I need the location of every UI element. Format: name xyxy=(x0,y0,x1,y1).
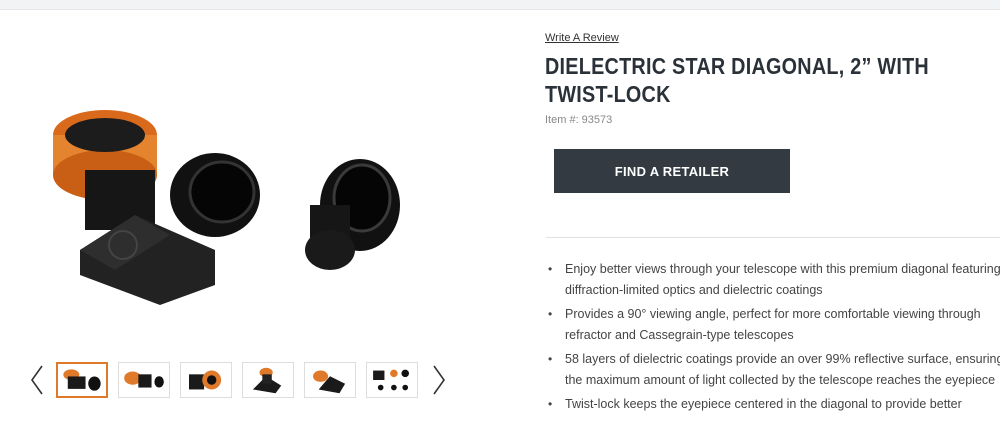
feature-item: • Twist-lock keeps the eyepiece centered … xyxy=(548,394,1000,415)
feature-item: • Enjoy better views through your telesco… xyxy=(548,259,1000,301)
thumbnail-1[interactable] xyxy=(56,362,108,398)
bullet-icon: • xyxy=(548,352,553,366)
chevron-left-icon[interactable] xyxy=(28,364,46,396)
chevron-right-icon[interactable] xyxy=(430,364,448,396)
item-number: Item #: 93573 xyxy=(545,114,612,126)
thumbnail-2[interactable] xyxy=(118,362,170,398)
bullet-icon: • xyxy=(548,262,553,276)
product-main-image[interactable] xyxy=(40,110,420,310)
thumbnail-3[interactable] xyxy=(180,362,232,398)
thumbnail-4[interactable] xyxy=(242,362,294,398)
thumbnail-strip xyxy=(28,360,458,402)
thumbnail-5[interactable] xyxy=(304,362,356,398)
divider xyxy=(546,237,1000,238)
bullet-icon: • xyxy=(548,397,553,411)
star-diagonal-illustration xyxy=(53,110,400,305)
product-title: DIELECTRIC STAR DIAGONAL, 2” WITH TWIST-… xyxy=(545,53,929,107)
feature-item: • Provides a 90° viewing angle, perfect f… xyxy=(548,304,1000,346)
write-review-link[interactable]: Write A Review xyxy=(545,32,619,44)
feature-list: • Enjoy better views through your telesco… xyxy=(548,259,1000,418)
find-retailer-button[interactable]: FIND A RETAILER xyxy=(554,149,790,193)
item-number-label: Item #: xyxy=(545,114,579,126)
feature-item: • 58 layers of dielectric coatings provid… xyxy=(548,349,1000,391)
item-number-value: 93573 xyxy=(581,114,613,126)
top-bar xyxy=(0,0,1000,10)
bullet-icon: • xyxy=(548,307,553,321)
thumbnail-6[interactable] xyxy=(366,362,418,398)
